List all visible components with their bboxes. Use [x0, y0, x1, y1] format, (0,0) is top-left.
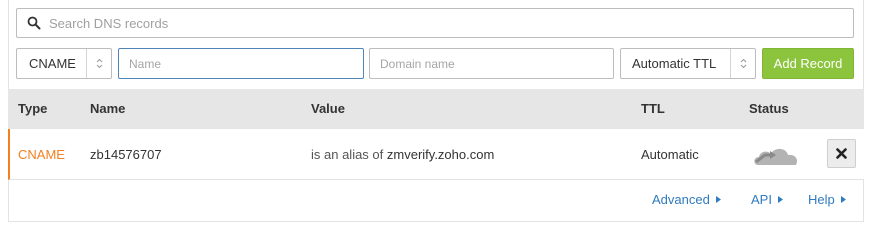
close-icon [836, 148, 847, 159]
col-header-type[interactable]: Type [18, 101, 47, 116]
ttl-spinner[interactable] [730, 49, 755, 78]
search-icon [27, 16, 41, 30]
help-link-label: Help [808, 192, 835, 207]
advanced-link-label: Advanced [652, 192, 710, 207]
help-link[interactable]: Help [808, 192, 846, 207]
caret-right-icon [840, 196, 846, 203]
alias-target: zmverify.zoho.com [386, 147, 495, 162]
ttl-value: Automatic TTL [632, 56, 717, 71]
col-header-value[interactable]: Value [311, 101, 345, 116]
ttl-select[interactable]: Automatic TTL [620, 48, 756, 79]
table-header: Type Name Value TTL Status [8, 89, 864, 129]
col-header-ttl[interactable]: TTL [641, 101, 665, 116]
search-input[interactable] [49, 10, 853, 36]
updown-arrows-icon [740, 58, 746, 69]
record-value-cell[interactable]: is an alias of zmverify.zoho.com [311, 147, 494, 162]
record-type-spinner[interactable] [86, 49, 111, 78]
api-link-label: API [751, 192, 772, 207]
delete-record-button[interactable] [827, 139, 856, 168]
col-header-status: Status [749, 101, 789, 116]
advanced-link[interactable]: Advanced [652, 192, 721, 207]
cloud-dns-only-icon[interactable] [752, 141, 802, 169]
record-name-cell[interactable]: zb14576707 [90, 147, 162, 162]
search-box[interactable] [16, 8, 854, 38]
caret-right-icon [715, 196, 721, 203]
domain-name-input[interactable] [369, 48, 614, 79]
record-type-value: CNAME [29, 56, 76, 71]
updown-arrows-icon [96, 58, 102, 69]
caret-right-icon [777, 196, 783, 203]
record-type-cell[interactable]: CNAME [18, 147, 65, 162]
add-record-button[interactable]: Add Record [762, 48, 854, 79]
record-type-select[interactable]: CNAME [16, 48, 112, 79]
record-ttl-cell[interactable]: Automatic [641, 147, 699, 162]
table-row[interactable]: CNAME zb14576707 is an alias of zmverify… [8, 129, 864, 180]
name-input[interactable] [118, 48, 364, 79]
api-link[interactable]: API [751, 192, 783, 207]
col-header-name[interactable]: Name [90, 101, 125, 116]
alias-prefix: is an alias of [311, 147, 384, 162]
